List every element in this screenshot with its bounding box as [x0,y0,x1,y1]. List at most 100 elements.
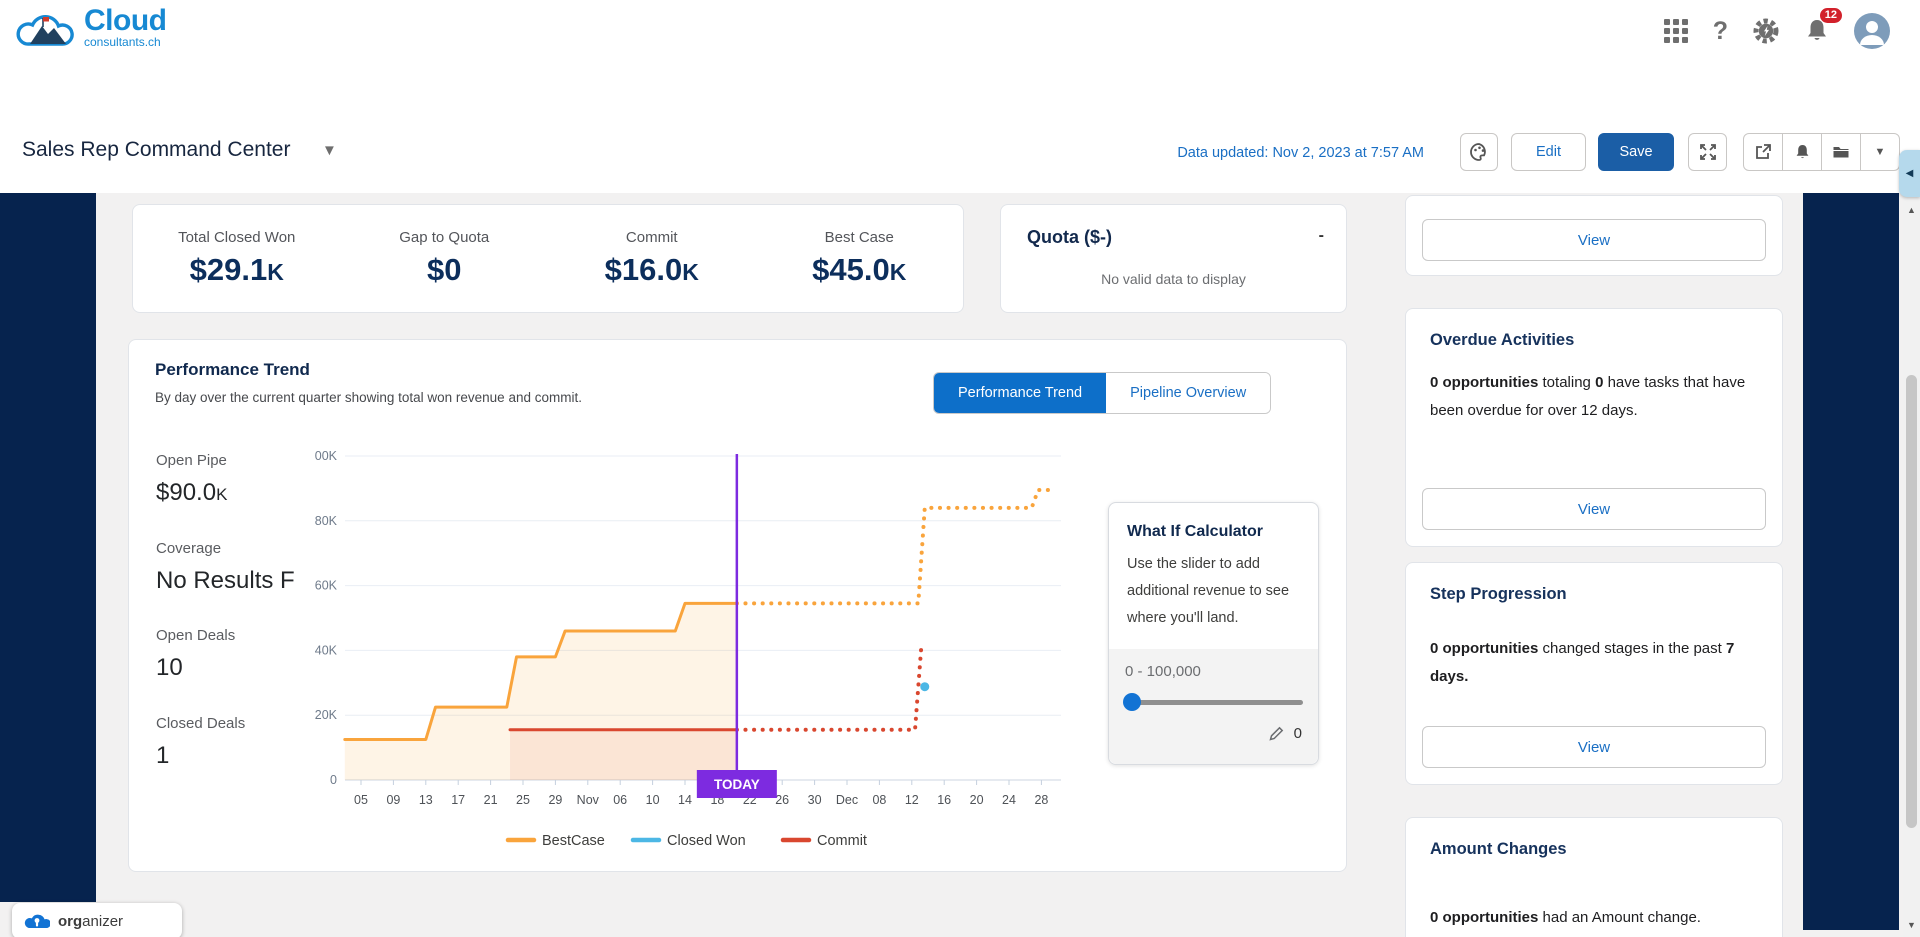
kpi-label: Gap to Quota [341,229,549,246]
organizer-cloud-icon [24,911,50,931]
titlebar-action-group: ▼ [1743,133,1900,171]
performance-trend-chart: 020K40K60K80K100K05091317212529Nov061014… [315,440,1215,870]
bell-icon [1794,143,1811,161]
toggle-performance-trend[interactable]: Performance Trend [934,373,1106,413]
top-header: Cloud consultants.ch ? [0,0,1920,63]
vertical-scrollbar[interactable]: ▲ ▼ [1903,193,1920,937]
theme-palette-button[interactable] [1460,133,1498,171]
svg-text:Commit: Commit [817,833,867,849]
app-launcher-icon[interactable] [1663,18,1689,44]
more-actions-caret-button[interactable]: ▼ [1861,134,1899,170]
user-avatar[interactable] [1854,13,1890,49]
slider-value: 0 [1294,725,1302,742]
dashboard-title-bar: Sales Rep Command Center ▼ Data updated:… [0,112,1920,194]
svg-text:80K: 80K [315,514,338,528]
svg-text:10: 10 [646,793,660,807]
svg-text:14: 14 [678,793,692,807]
slider-thumb[interactable] [1123,693,1141,711]
kpi-value: $0 [341,252,549,288]
svg-text:25: 25 [516,793,530,807]
kpi-label: Commit [548,229,756,246]
chart-view-toggle: Performance Trend Pipeline Overview [933,372,1271,414]
what-if-slider-panel: 0 - 100,000 0 [1109,649,1318,764]
chart-subtitle: By day over the current quarter showing … [155,390,582,405]
stat-value: $90.0K [156,479,306,507]
svg-text:26: 26 [775,793,789,807]
toggle-pipeline-overview[interactable]: Pipeline Overview [1106,373,1270,413]
stat-label: Closed Deals [156,715,306,732]
svg-text:28: 28 [1034,793,1048,807]
save-button-label: Save [1619,144,1652,160]
folder-icon [1832,144,1850,160]
view-button[interactable]: View [1422,219,1766,261]
organizer-extension-badge[interactable]: organizer [12,903,182,937]
history-folder-button[interactable] [1822,134,1861,170]
canvas-left-margin [0,193,96,902]
view-button[interactable]: View [1422,488,1766,530]
organizer-label: organizer [58,913,123,930]
scroll-up-arrow[interactable]: ▲ [1903,201,1920,218]
kpi-value: $29.1K [133,252,341,288]
overdue-activities-card: Overdue Activities 0 opportunities total… [1405,308,1783,547]
scrollbar-thumb[interactable] [1906,375,1917,828]
svg-text:BestCase: BestCase [542,833,605,849]
share-icon [1754,143,1772,161]
share-button[interactable] [1744,134,1783,170]
step-progression-text: 0 opportunities changed stages in the pa… [1430,635,1760,691]
canvas-right-margin [1803,193,1899,930]
kpi-2: Commit $16.0K [548,205,756,312]
svg-text:13: 13 [419,793,433,807]
caret-down-icon: ▼ [1875,146,1886,158]
kpi-3: Best Case $45.0K [756,205,964,312]
help-icon[interactable]: ? [1713,17,1728,46]
what-if-calculator-card: What If Calculator Use the slider to add… [1108,502,1319,765]
amount-changes-card: Amount Changes 0 opportunities had an Am… [1405,817,1783,937]
what-if-description: Use the slider to add additional revenue… [1127,551,1303,632]
slider-range-label: 0 - 100,000 [1125,663,1201,680]
kpi-label: Total Closed Won [133,229,341,246]
what-if-title: What If Calculator [1127,523,1263,541]
edit-pencil-icon[interactable] [1269,726,1284,741]
collapse-panel-button[interactable]: ◀ [1899,150,1920,197]
quota-card: Quota ($-) - No valid data to display [1000,204,1347,313]
quota-empty-message: No valid data to display [1001,271,1346,287]
chart-side-stats: Open Pipe$90.0KCoverageNo Results FOpen … [156,452,306,770]
kpi-label: Best Case [756,229,964,246]
tab-bar: Analytics Studio Sales Rep Command Cente… [0,62,1920,108]
save-button[interactable]: Save [1598,133,1674,171]
title-dropdown-caret-icon[interactable]: ▼ [322,142,337,159]
scroll-down-arrow[interactable]: ▼ [1903,916,1920,933]
view-button[interactable]: View [1422,726,1766,768]
brand-name: Cloud [84,6,166,36]
quota-dash-value: - [1319,227,1324,245]
edit-button-label: Edit [1536,144,1561,160]
stat-value: No Results F [156,567,306,595]
stat-value: 10 [156,654,306,682]
stat-label: Coverage [156,540,306,557]
svg-text:16: 16 [937,793,951,807]
data-updated-text: Data updated: Nov 2, 2023 at 7:57 AM [1177,145,1424,161]
step-progression-card: Step Progression 0 opportunities changed… [1405,562,1783,785]
chart-title: Performance Trend [155,360,310,380]
stat-label: Open Deals [156,627,306,644]
svg-text:100K: 100K [315,449,338,463]
view-button-label: View [1578,501,1610,518]
kpi-1: Gap to Quota $0 [341,205,549,312]
kpi-value: $16.0K [548,252,756,288]
svg-text:17: 17 [451,793,465,807]
svg-text:20: 20 [970,793,984,807]
edit-button[interactable]: Edit [1511,133,1586,171]
brand-subtitle: consultants.ch [84,36,166,48]
notifications-bell-icon[interactable]: 12 [1804,17,1830,45]
kpi-0: Total Closed Won $29.1K [133,205,341,312]
subscribe-bell-button[interactable] [1783,134,1822,170]
fullscreen-button[interactable] [1688,133,1727,171]
svg-text:08: 08 [872,793,886,807]
expand-arrows-icon [1699,143,1717,161]
svg-text:05: 05 [354,793,368,807]
view-button-label: View [1578,232,1610,249]
settings-gear-icon[interactable] [1752,17,1780,45]
revenue-slider[interactable] [1125,700,1303,705]
svg-text:21: 21 [484,793,498,807]
stat-value: 1 [156,742,306,770]
